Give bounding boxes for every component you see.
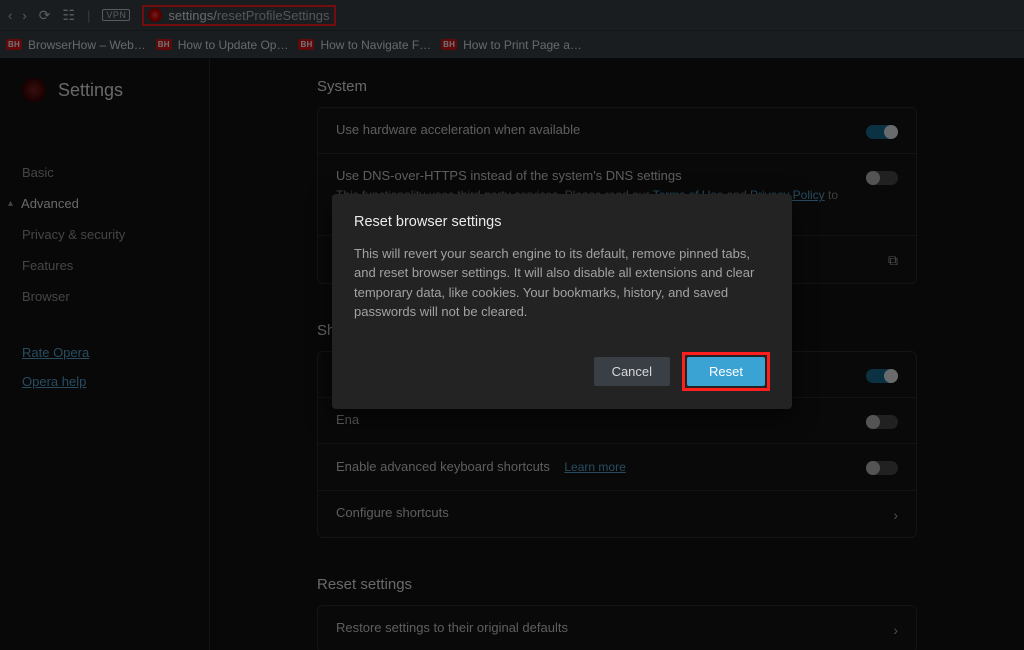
- settings-brand: Settings: [22, 78, 187, 102]
- nav-basic[interactable]: Basic: [22, 157, 187, 188]
- chevron-right-icon: ›: [893, 622, 898, 638]
- toolbar-separator: |: [87, 8, 90, 23]
- bookmarks-bar: BHBrowserHow – Web… BHHow to Update Op… …: [0, 30, 1024, 58]
- opera-help-link[interactable]: Opera help: [22, 367, 187, 396]
- advanced-kb-row: Enable advanced keyboard shortcuts Learn…: [318, 444, 916, 491]
- configure-shortcuts-row[interactable]: Configure shortcuts ›: [318, 491, 916, 537]
- reset-section-title: Reset settings: [317, 576, 917, 593]
- nav-features[interactable]: Features: [22, 250, 187, 281]
- browser-toolbar: ‹ › ⟳ ☷ | VPN settings/resetProfileSetti…: [0, 0, 1024, 30]
- url-path: resetProfileSettings: [217, 8, 330, 23]
- reload-icon[interactable]: ⟳: [39, 7, 51, 24]
- advanced-kb-toggle[interactable]: [866, 461, 898, 475]
- address-bar[interactable]: settings/resetProfileSettings: [168, 8, 329, 23]
- shortcuts-toggle-1[interactable]: [866, 369, 898, 383]
- address-bar-highlight: settings/resetProfileSettings: [142, 5, 335, 26]
- speed-dial-icon[interactable]: ☷: [62, 7, 75, 24]
- bookmark-label: How to Navigate F…: [320, 38, 431, 52]
- forward-icon[interactable]: ›: [22, 8, 26, 23]
- bookmark-item[interactable]: BH How to Navigate F…: [298, 38, 431, 52]
- bh-favicon-icon: BH: [298, 39, 314, 50]
- chevron-right-icon: ›: [893, 507, 898, 523]
- nav-privacy[interactable]: Privacy & security: [22, 219, 187, 250]
- opera-logo-icon: [22, 78, 46, 102]
- hw-accel-row: Use hardware acceleration when available: [318, 108, 916, 154]
- dialog-actions: Cancel Reset: [354, 352, 770, 391]
- nav-advanced-label: Advanced: [21, 196, 79, 211]
- bookmark-label: How to Print Page a…: [463, 38, 582, 52]
- hw-accel-label: Use hardware acceleration when available: [336, 122, 866, 137]
- external-link-icon: ⧉: [888, 252, 898, 269]
- dialog-body: This will revert your search engine to i…: [354, 244, 770, 322]
- shortcuts-toggle-2[interactable]: [866, 415, 898, 429]
- system-section-title: System: [317, 78, 917, 95]
- doh-label: Use DNS-over-HTTPS instead of the system…: [336, 168, 866, 183]
- back-icon[interactable]: ‹: [8, 8, 12, 23]
- bookmark-item[interactable]: BH BrowserHow – Web…: [6, 38, 146, 52]
- opera-icon: [148, 8, 162, 22]
- advanced-kb-label: Enable advanced keyboard shortcuts: [336, 459, 550, 474]
- page-title: Settings: [58, 80, 123, 101]
- reset-dialog: Reset browser settings This will revert …: [332, 194, 792, 409]
- doh-toggle[interactable]: [866, 171, 898, 185]
- nav-arrows: ‹ ›: [8, 8, 27, 23]
- configure-shortcuts-label: Configure shortcuts: [336, 505, 879, 520]
- rate-opera-link[interactable]: Rate Opera: [22, 338, 187, 367]
- bookmark-label: How to Update Op…: [178, 38, 289, 52]
- bh-favicon-icon: BH: [441, 39, 457, 50]
- bookmark-item[interactable]: BH How to Print Page a…: [441, 38, 582, 52]
- restore-defaults-row[interactable]: Restore settings to their original defau…: [318, 606, 916, 650]
- reset-card: Restore settings to their original defau…: [317, 605, 917, 650]
- bookmark-item[interactable]: BH How to Update Op…: [156, 38, 289, 52]
- bh-favicon-icon: BH: [156, 39, 172, 50]
- bookmark-label: BrowserHow – Web…: [28, 38, 146, 52]
- kb-learn-more-link[interactable]: Learn more: [564, 460, 625, 474]
- chevron-up-icon: ▴: [8, 198, 13, 209]
- shortcuts-row2-label: Ena: [336, 412, 866, 427]
- reset-highlight: Reset: [682, 352, 770, 391]
- sidebar: Settings Basic ▴ Advanced Privacy & secu…: [0, 58, 210, 650]
- cancel-button[interactable]: Cancel: [594, 357, 670, 386]
- hw-accel-toggle[interactable]: [866, 125, 898, 139]
- dialog-title: Reset browser settings: [354, 214, 770, 230]
- restore-defaults-label: Restore settings to their original defau…: [336, 620, 879, 635]
- vpn-badge[interactable]: VPN: [102, 9, 130, 21]
- url-prefix: settings/: [168, 8, 216, 23]
- nav-advanced[interactable]: ▴ Advanced: [22, 188, 187, 219]
- nav-browser[interactable]: Browser: [22, 281, 187, 312]
- bh-favicon-icon: BH: [6, 39, 22, 50]
- reset-button[interactable]: Reset: [687, 357, 765, 386]
